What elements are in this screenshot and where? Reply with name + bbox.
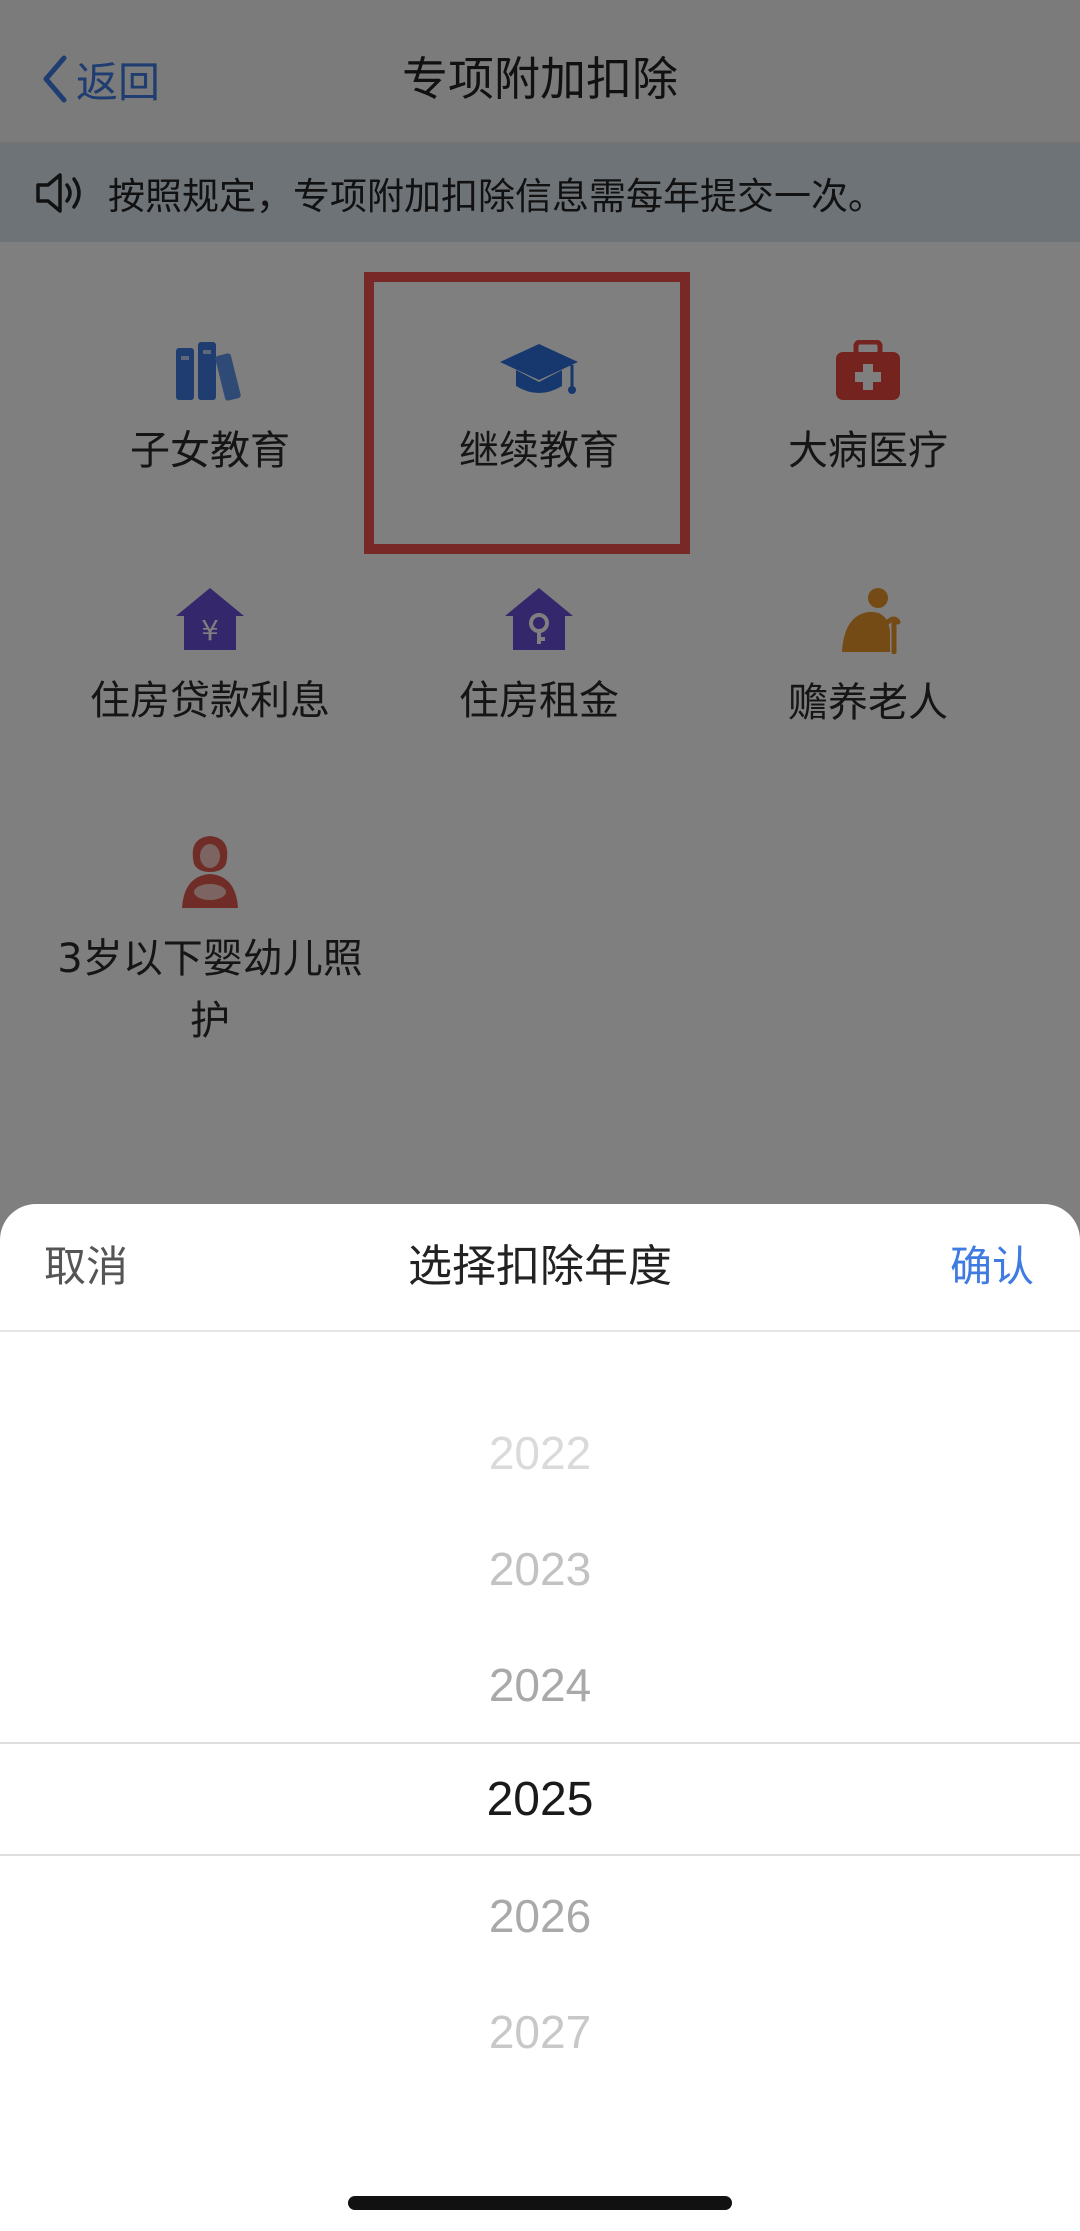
picker-option-selected[interactable]: 2025 bbox=[0, 1760, 1080, 1840]
sheet-title: 选择扣除年度 bbox=[408, 1241, 672, 1292]
picker-option[interactable]: 2027 bbox=[0, 1992, 1080, 2072]
picker-option[interactable]: 2024 bbox=[0, 1645, 1080, 1725]
home-indicator bbox=[348, 2196, 732, 2210]
picker-option[interactable]: 2026 bbox=[0, 1876, 1080, 1956]
sheet-header: 取消 选择扣除年度 确认 bbox=[0, 1204, 1080, 1332]
confirm-button[interactable]: 确认 bbox=[950, 1232, 1034, 1302]
picker-option[interactable]: 2023 bbox=[0, 1529, 1080, 1609]
picker-option[interactable]: 2022 bbox=[0, 1413, 1080, 1493]
